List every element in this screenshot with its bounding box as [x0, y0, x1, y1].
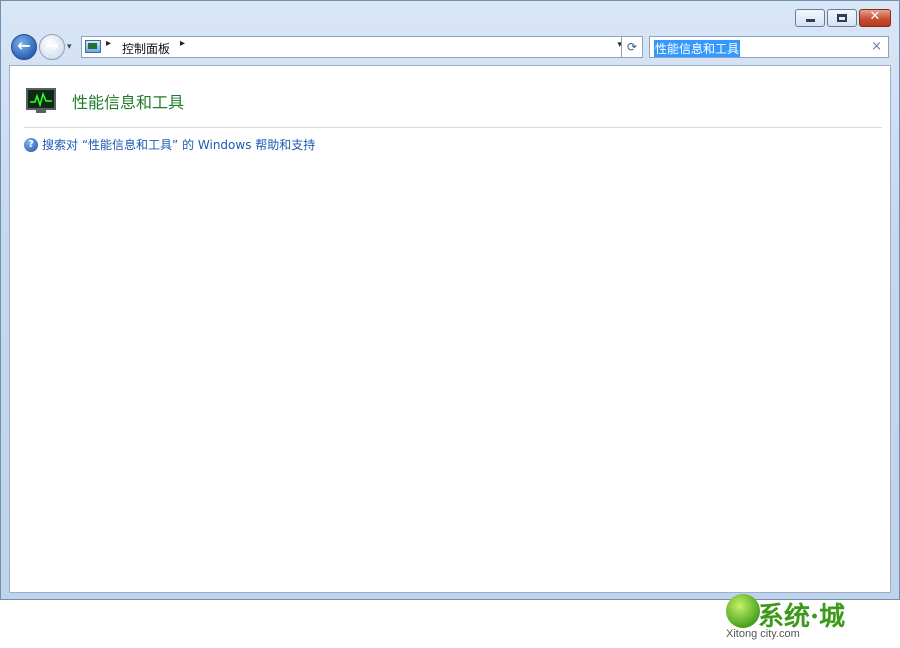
back-button[interactable]: ←	[11, 34, 37, 60]
back-arrow-icon: ←	[17, 36, 31, 55]
forward-arrow-icon: →	[45, 36, 59, 55]
help-icon: ?	[24, 137, 38, 152]
breadcrumb-separator-icon[interactable]: ▸	[106, 38, 111, 49]
help-row: ? 搜索对 “性能信息和工具” 的 Windows 帮助和支持	[24, 136, 315, 153]
clear-search-icon[interactable]: ×	[871, 39, 882, 54]
watermark-logo-icon	[726, 594, 760, 628]
minimize-icon	[806, 19, 815, 22]
site-watermark: 系统·城 Xitong city.com	[718, 592, 888, 648]
breadcrumb-control-panel[interactable]: 控制面板	[122, 40, 170, 57]
divider	[24, 127, 882, 128]
minimize-button[interactable]	[795, 9, 825, 27]
close-button[interactable]: ✕	[859, 9, 891, 27]
page-title[interactable]: 性能信息和工具	[72, 89, 184, 113]
refresh-button[interactable]: ⟳	[621, 36, 642, 58]
forward-button[interactable]: →	[39, 34, 65, 60]
control-panel-window: ✕ ← → ▾ ▸ 控制面板 ▸ ▾ ⟳ 性能信息和工具 × 性能信息和工具 ?…	[0, 0, 900, 640]
content-pane: 性能信息和工具 ? 搜索对 “性能信息和工具” 的 Windows 帮助和支持 …	[9, 65, 891, 640]
windows-help-link[interactable]: 搜索对 “性能信息和工具” 的 Windows 帮助和支持	[42, 136, 315, 153]
maximize-button[interactable]	[827, 9, 857, 27]
navigation-bar: ← → ▾ ▸ 控制面板 ▸ ▾ ⟳ 性能信息和工具 ×	[9, 34, 891, 60]
control-panel-icon	[85, 40, 101, 53]
caption-buttons: ✕	[795, 9, 891, 27]
maximize-icon	[837, 14, 847, 22]
recent-pages-button[interactable]: ▾	[67, 42, 72, 52]
search-value[interactable]: 性能信息和工具	[654, 40, 741, 57]
performance-monitor-icon	[26, 88, 56, 114]
close-icon: ✕	[869, 9, 881, 24]
watermark-url: Xitong city.com	[726, 628, 800, 640]
breadcrumb-separator-icon[interactable]: ▸	[180, 38, 185, 49]
search-input[interactable]: 性能信息和工具 ×	[649, 36, 889, 58]
address-bar[interactable]: ▸ 控制面板 ▸ ▾ ⟳	[81, 36, 643, 58]
